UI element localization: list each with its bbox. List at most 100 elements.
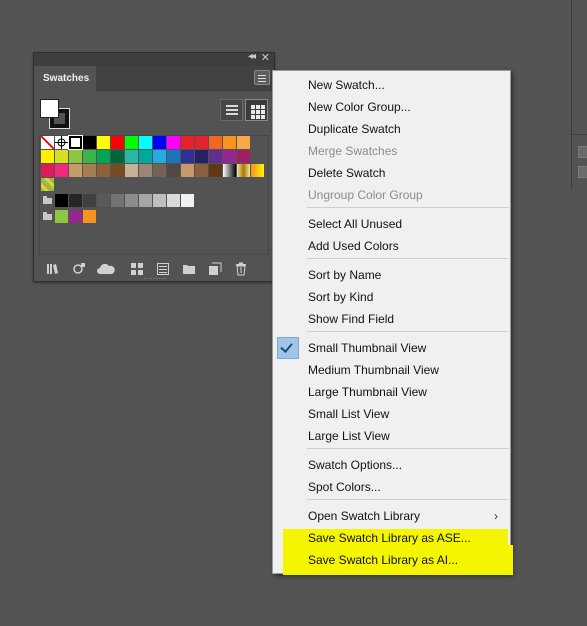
swatch[interactable] (68, 135, 83, 150)
pattern-swatch[interactable] (41, 178, 54, 191)
menu-item-save-swatch-library-as-ase[interactable]: Save Swatch Library as ASE... (274, 527, 510, 549)
swatch[interactable] (167, 194, 180, 207)
swatch[interactable] (69, 164, 82, 177)
hamburger-menu-icon[interactable] (254, 70, 270, 85)
swatch[interactable] (223, 164, 236, 177)
swatch[interactable] (195, 136, 208, 149)
swatch[interactable] (181, 150, 194, 163)
menu-item-small-thumbnail-view[interactable]: Small Thumbnail View (274, 337, 510, 359)
swatch[interactable] (153, 194, 166, 207)
swatch[interactable] (69, 150, 82, 163)
swatch[interactable] (237, 150, 250, 163)
menu-item-small-list-view[interactable]: Small List View (274, 403, 510, 425)
new-swatch-icon[interactable] (208, 262, 222, 276)
show-swatch-kinds-icon[interactable] (130, 262, 144, 276)
menu-item-show-find-field[interactable]: Show Find Field (274, 308, 510, 330)
menu-item-new-color-group[interactable]: New Color Group... (274, 96, 510, 118)
swatch[interactable] (195, 150, 208, 163)
list-view-icon[interactable] (220, 99, 243, 121)
swatch[interactable] (83, 210, 96, 223)
fill-swatch[interactable] (40, 99, 59, 118)
swatch[interactable] (251, 164, 264, 177)
swatch[interactable] (237, 136, 250, 149)
swatch[interactable] (223, 136, 236, 149)
swatch[interactable] (125, 194, 138, 207)
menu-item-open-swatch-library[interactable]: Open Swatch Library › (274, 505, 510, 527)
menu-item-swatch-options[interactable]: Swatch Options... (274, 454, 510, 476)
swatch[interactable] (153, 150, 166, 163)
swatch[interactable] (139, 194, 152, 207)
menu-item-new-swatch[interactable]: New Swatch... (274, 74, 510, 96)
swatch[interactable] (55, 210, 68, 223)
close-icon[interactable]: ✕ (261, 51, 270, 64)
swatch[interactable] (223, 150, 236, 163)
menu-item-large-list-view[interactable]: Large List View (274, 425, 510, 447)
swatch[interactable] (125, 164, 138, 177)
adjacent-panel-checkbox[interactable] (578, 166, 587, 178)
delete-swatch-icon[interactable] (234, 262, 248, 276)
menu-item-medium-thumbnail-view[interactable]: Medium Thumbnail View (274, 359, 510, 381)
swatch-libraries-menu-icon[interactable] (46, 262, 60, 276)
swatch[interactable] (69, 194, 82, 207)
swatch[interactable] (83, 194, 96, 207)
tab-swatches[interactable]: Swatches (34, 66, 96, 92)
swatch[interactable] (209, 150, 222, 163)
menu-item-duplicate-swatch[interactable]: Duplicate Swatch (274, 118, 510, 140)
none-swatch[interactable] (41, 136, 54, 149)
swatch[interactable] (41, 164, 54, 177)
color-group-folder-icon[interactable] (41, 194, 54, 207)
swatch[interactable] (125, 136, 138, 149)
swatch[interactable] (41, 150, 54, 163)
swatch[interactable] (97, 194, 110, 207)
swatch[interactable] (153, 164, 166, 177)
menu-item-spot-colors[interactable]: Spot Colors... (274, 476, 510, 498)
swatch[interactable] (97, 136, 110, 149)
swatch[interactable] (55, 194, 68, 207)
menu-item-save-swatch-library-as-ai[interactable]: Save Swatch Library as AI... (274, 549, 510, 571)
menu-item-sort-by-name[interactable]: Sort by Name (274, 264, 510, 286)
swatch[interactable] (209, 164, 222, 177)
swatch[interactable] (97, 150, 110, 163)
menu-item-sort-by-kind[interactable]: Sort by Kind (274, 286, 510, 308)
swatch[interactable] (209, 136, 222, 149)
swatch[interactable] (111, 136, 124, 149)
swatch[interactable] (83, 136, 96, 149)
swatch[interactable] (125, 150, 138, 163)
menu-item-select-all-unused[interactable]: Select All Unused (274, 213, 510, 235)
swatch[interactable] (139, 150, 152, 163)
menu-item-add-used-colors[interactable]: Add Used Colors (274, 235, 510, 257)
panel-resize-grip[interactable] (144, 278, 166, 281)
fill-stroke-indicator[interactable] (40, 99, 70, 129)
swatch[interactable] (83, 164, 96, 177)
swatch[interactable] (55, 164, 68, 177)
add-selected-to-group-icon[interactable] (72, 262, 86, 276)
menu-item-large-thumbnail-view[interactable]: Large Thumbnail View (274, 381, 510, 403)
swatch[interactable] (83, 150, 96, 163)
menu-item-delete-swatch[interactable]: Delete Swatch (274, 162, 510, 184)
swatch[interactable] (139, 136, 152, 149)
color-group-folder-icon[interactable] (41, 210, 54, 223)
registration-swatch[interactable] (55, 136, 68, 149)
swatch[interactable] (111, 194, 124, 207)
swatch-options-icon[interactable] (156, 262, 170, 276)
panel-title-bar[interactable]: ◂◂ ✕ (34, 51, 274, 66)
swatch[interactable] (139, 164, 152, 177)
adjacent-panel-checkbox[interactable] (578, 146, 587, 158)
swatch[interactable] (167, 136, 180, 149)
swatch[interactable] (167, 150, 180, 163)
thumbnail-view-icon[interactable] (245, 99, 268, 121)
swatch[interactable] (97, 164, 110, 177)
swatch[interactable] (181, 164, 194, 177)
swatch[interactable] (167, 164, 180, 177)
double-chevron-left-icon[interactable]: ◂◂ (248, 51, 256, 62)
swatch[interactable] (111, 150, 124, 163)
swatch[interactable] (181, 194, 194, 207)
swatch[interactable] (237, 164, 250, 177)
swatch[interactable] (69, 210, 82, 223)
swatch[interactable] (55, 150, 68, 163)
new-color-group-icon[interactable] (182, 262, 196, 276)
swatch[interactable] (153, 136, 166, 149)
swatch[interactable] (195, 164, 208, 177)
swatch[interactable] (181, 136, 194, 149)
cloud-library-icon[interactable] (96, 262, 116, 276)
